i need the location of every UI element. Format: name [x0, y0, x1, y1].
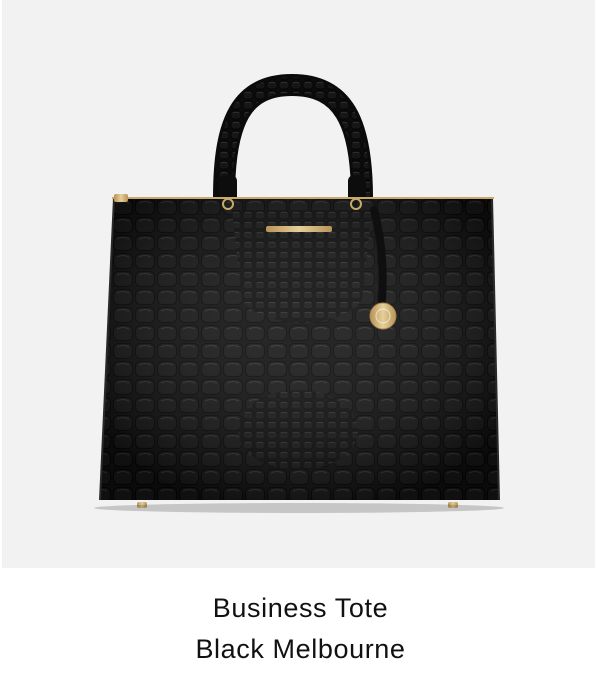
charm-medallion [369, 302, 397, 330]
product-color-name: Black Melbourne [195, 634, 406, 664]
product-name[interactable]: Business Tote [0, 588, 601, 629]
logo-bar [266, 226, 332, 232]
handbag-image [94, 73, 504, 513]
product-caption[interactable]: Business Tote Black Melbourne [0, 588, 601, 670]
product-image[interactable] [2, 0, 595, 568]
product-card[interactable]: Business Tote Black Melbourne [0, 0, 601, 695]
